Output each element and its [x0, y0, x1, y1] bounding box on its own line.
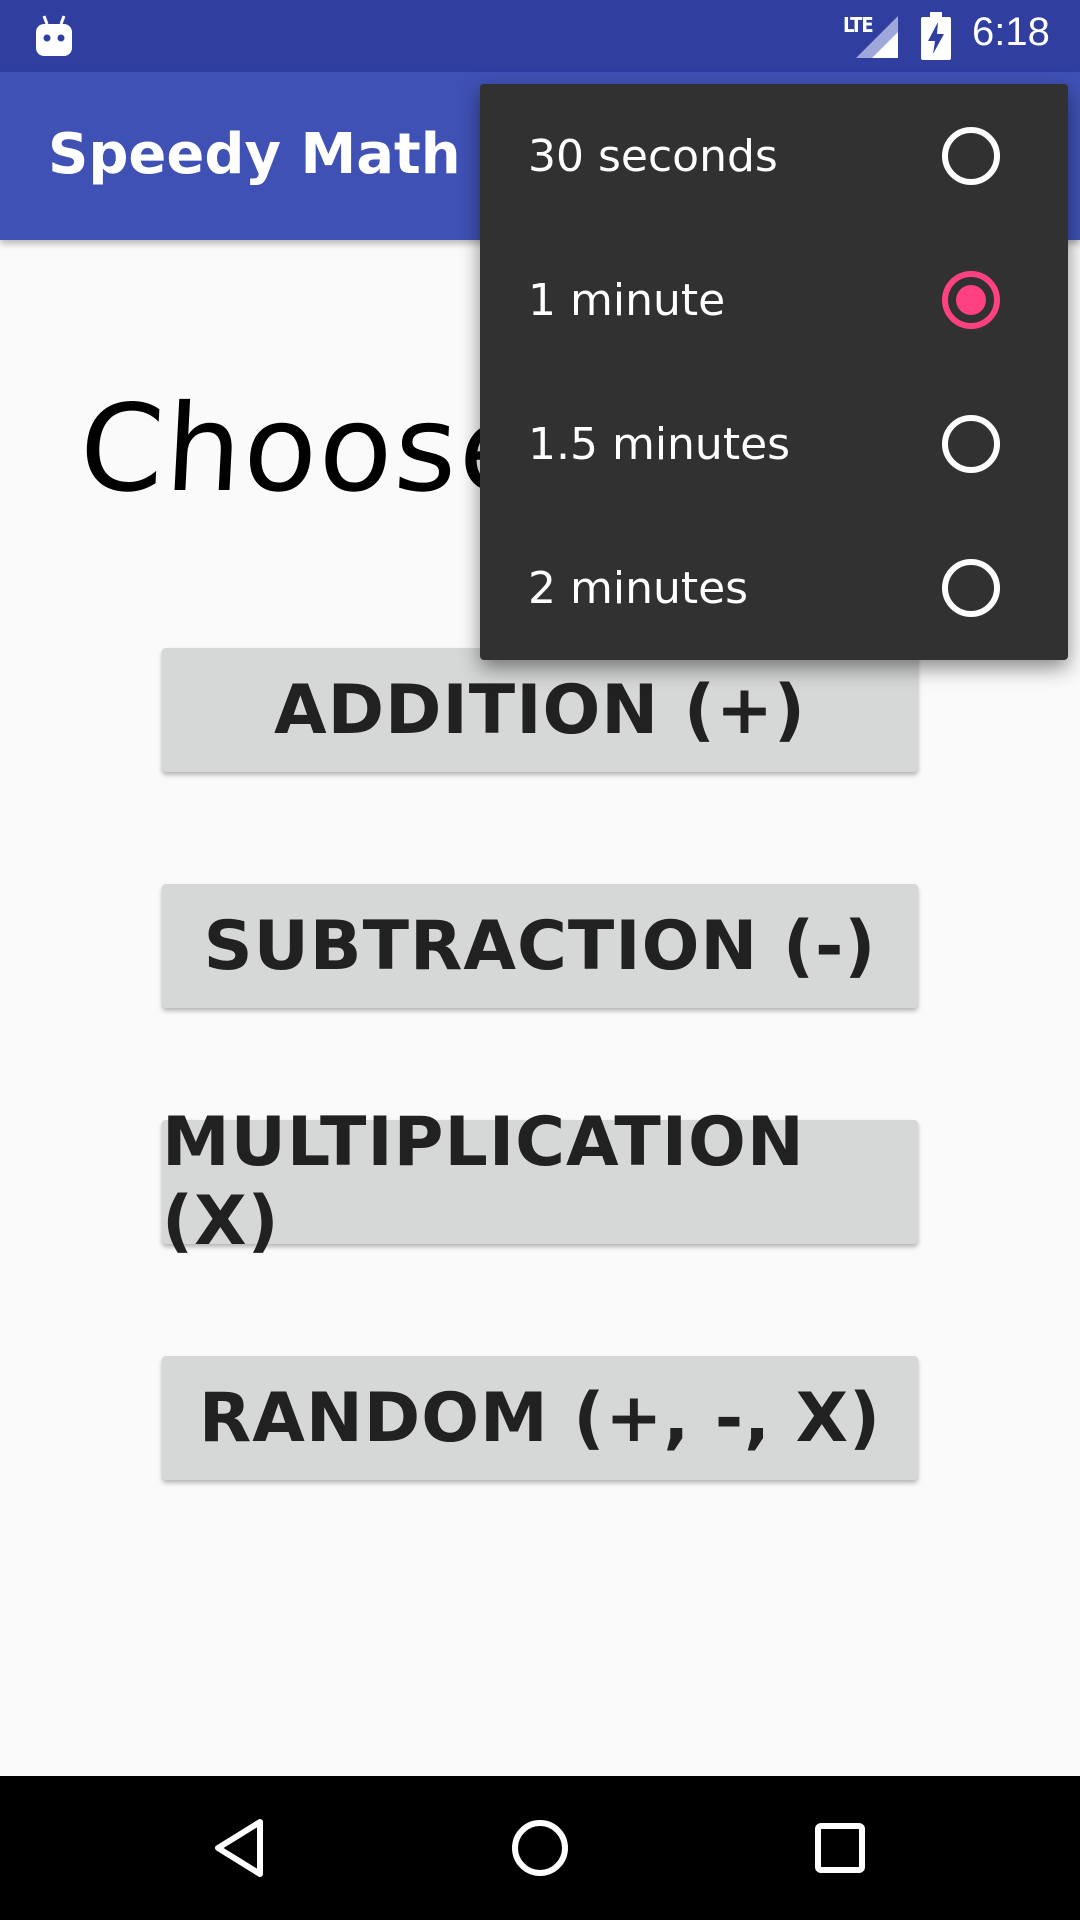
recents-icon[interactable]	[804, 1812, 876, 1884]
menu-item-1-minute[interactable]: 1 minute	[480, 228, 1068, 372]
status-clock: 6:18	[972, 10, 1050, 54]
time-options-menu: 30 seconds 1 minute 1.5 minutes 2 minute…	[480, 84, 1068, 660]
addition-button[interactable]: ADDITION (+)	[162, 648, 918, 772]
menu-item-label: 2 minutes	[528, 562, 749, 614]
home-icon[interactable]	[504, 1812, 576, 1884]
menu-item-label: 1.5 minutes	[528, 418, 791, 470]
app-title: Speedy Math	[48, 122, 461, 187]
radio-unchecked-icon[interactable]	[942, 415, 1000, 473]
menu-item-30-seconds[interactable]: 30 seconds	[480, 84, 1068, 228]
multiplication-button[interactable]: MULTIPLICATION (X)	[162, 1103, 918, 1261]
status-bar: LTE 6:18	[0, 0, 1080, 72]
menu-item-label: 1 minute	[528, 274, 726, 326]
page-heading: Choose	[76, 380, 539, 519]
subtraction-button[interactable]: SUBTRACTION (-)	[162, 884, 918, 1008]
signal-icon	[856, 16, 898, 58]
android-debug-icon	[36, 15, 72, 56]
menu-item-1-5-minutes[interactable]: 1.5 minutes	[480, 372, 1068, 516]
radio-unchecked-icon[interactable]	[942, 127, 1000, 185]
radio-checked-icon[interactable]	[942, 271, 1000, 329]
battery-charging-icon	[921, 12, 951, 60]
menu-item-label: 30 seconds	[528, 130, 778, 182]
navigation-bar	[0, 1776, 1080, 1920]
radio-unchecked-icon[interactable]	[942, 559, 1000, 617]
menu-item-2-minutes[interactable]: 2 minutes	[480, 516, 1068, 660]
random-button[interactable]: RANDOM (+, -, X)	[162, 1356, 918, 1480]
back-icon[interactable]	[204, 1812, 276, 1884]
